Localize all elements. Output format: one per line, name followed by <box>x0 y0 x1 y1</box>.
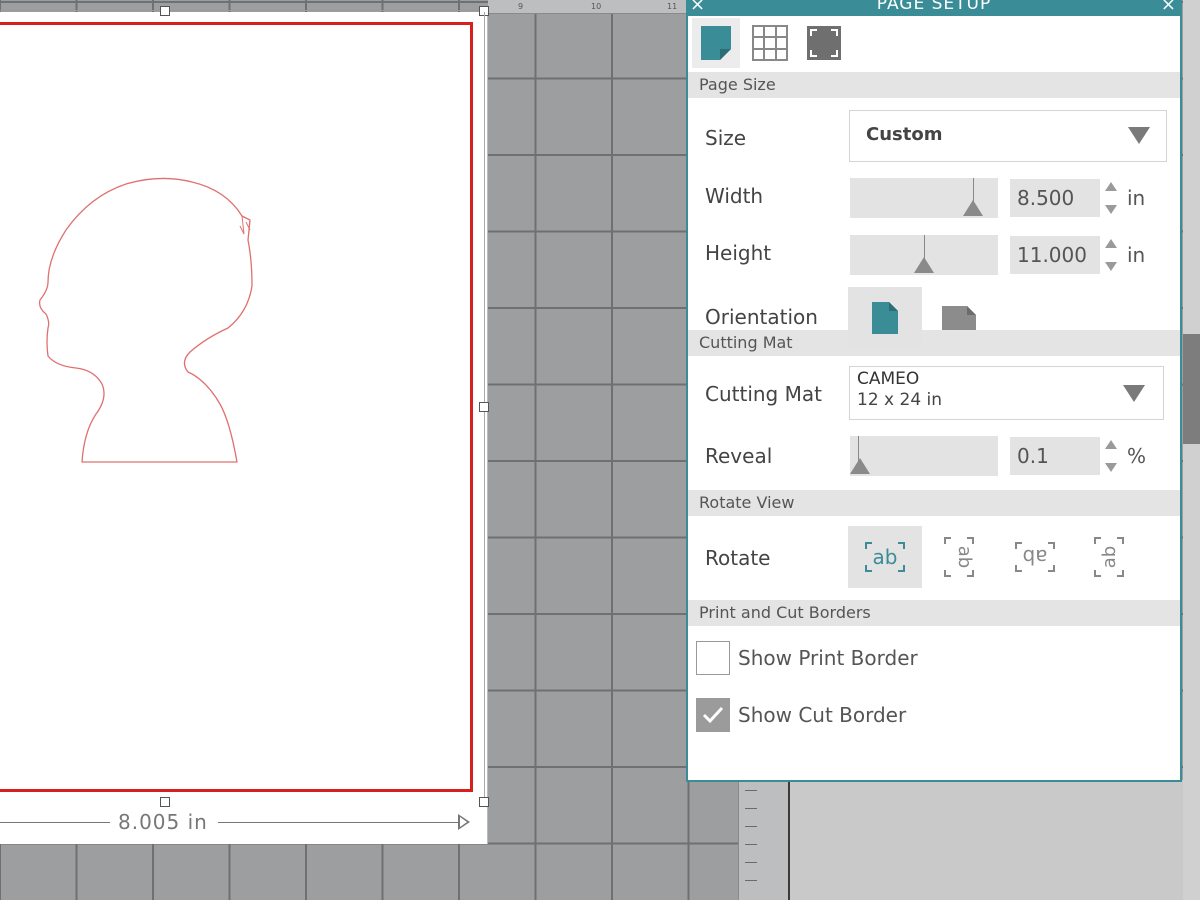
ruler-number: 10 <box>591 2 602 11</box>
tab-grid[interactable] <box>746 18 794 68</box>
workspace-background <box>788 780 1200 900</box>
resize-handle[interactable] <box>160 797 170 807</box>
ruler-number: 9 <box>518 2 524 11</box>
chevron-down-icon <box>1123 385 1145 402</box>
checkmark-icon <box>702 706 724 724</box>
rotate-270-button[interactable]: ab <box>1072 526 1146 588</box>
rotate-270-icon: ab <box>1094 537 1124 577</box>
cutting-mat-label: Cutting Mat <box>705 382 822 406</box>
registration-marks-icon <box>807 26 841 60</box>
resize-handle[interactable] <box>160 6 170 16</box>
page-setup-panel: × PAGE SETUP × Page Size Size Custom Wid… <box>686 0 1182 782</box>
grid-icon <box>752 25 788 61</box>
page-size-group: Size Custom Width 8.500 in Height 11.000… <box>688 98 1180 349</box>
show-cut-border-row: Show Cut Border <box>688 683 1180 740</box>
height-unit: in <box>1127 243 1146 267</box>
design-page[interactable]: 8.005 in <box>0 6 489 844</box>
width-measurement: 8.005 in <box>0 810 480 834</box>
portrait-page-icon <box>872 302 898 334</box>
show-print-border-checkbox[interactable] <box>696 641 730 675</box>
rotate-0-button[interactable]: ab <box>848 526 922 588</box>
vertical-scrollbar[interactable] <box>1183 0 1200 900</box>
rotate-180-icon: ab <box>1015 542 1055 572</box>
show-cut-border-checkbox[interactable] <box>696 698 730 732</box>
section-print-cut-borders: Print and Cut Borders <box>688 600 1180 626</box>
orientation-landscape-button[interactable] <box>922 287 996 349</box>
rotate-option-text: ab <box>1023 545 1048 569</box>
height-stepper[interactable] <box>1104 237 1118 273</box>
selection-edge <box>0 10 486 11</box>
width-input[interactable]: 8.500 <box>1010 179 1100 217</box>
reveal-stepper[interactable] <box>1104 438 1118 474</box>
side-ruler <box>738 780 788 900</box>
close-icon[interactable]: × <box>1161 0 1176 15</box>
width-unit: in <box>1127 186 1146 210</box>
panel-header: × PAGE SETUP × <box>688 0 1180 16</box>
tab-registration-marks[interactable] <box>800 18 848 68</box>
width-label: Width <box>705 184 764 208</box>
size-label: Size <box>705 126 747 150</box>
section-page-size: Page Size <box>688 72 1180 98</box>
panel-tabs <box>688 16 1180 72</box>
width-slider[interactable] <box>850 178 998 218</box>
orientation-portrait-button[interactable] <box>848 287 922 349</box>
measurement-label: 8.005 in <box>118 810 208 834</box>
slider-handle[interactable] <box>914 257 934 273</box>
panel-title: PAGE SETUP <box>876 0 992 14</box>
slider-handle[interactable] <box>850 458 870 474</box>
reveal-label: Reveal <box>705 444 773 468</box>
rotate-0-icon: ab <box>865 542 905 572</box>
height-input[interactable]: 11.000 <box>1010 236 1100 274</box>
rotate-90-icon: ab <box>944 537 975 577</box>
top-ruler: 9 10 11 <box>488 0 688 14</box>
rotate-90-button[interactable]: ab <box>922 526 996 588</box>
cutting-mat-dropdown[interactable]: CAMEO 12 x 24 in <box>849 366 1164 420</box>
mat-name: CAMEO <box>857 369 920 389</box>
child-silhouette-shape[interactable] <box>30 172 270 472</box>
resize-handle[interactable] <box>479 797 489 807</box>
resize-handle[interactable] <box>479 402 489 412</box>
rotate-option-text: ab <box>873 545 898 569</box>
rotate-option-text: ab <box>1099 546 1120 568</box>
page-icon <box>701 26 731 60</box>
height-label: Height <box>705 241 772 265</box>
ruler-number: 11 <box>667 2 678 11</box>
landscape-page-icon <box>942 306 976 330</box>
tab-page-setup[interactable] <box>692 18 740 68</box>
reveal-input[interactable]: 0.1 <box>1010 437 1100 475</box>
show-cut-border-label[interactable]: Show Cut Border <box>738 703 906 727</box>
show-print-border-row: Show Print Border <box>688 626 1180 683</box>
reveal-slider[interactable] <box>850 436 998 476</box>
rotate-180-button[interactable]: ab <box>998 526 1072 588</box>
scrollbar-thumb[interactable] <box>1183 334 1200 444</box>
cutting-mat-group: Cutting Mat CAMEO 12 x 24 in Reveal 0.1 … <box>688 356 1180 490</box>
rotate-option-text: ab <box>954 546 975 568</box>
rotate-label: Rotate <box>705 546 771 570</box>
orientation-label: Orientation <box>705 305 818 329</box>
size-dropdown[interactable]: Custom <box>849 110 1167 162</box>
size-value: Custom <box>866 124 943 145</box>
height-slider[interactable] <box>850 235 998 275</box>
mat-size: 12 x 24 in <box>857 390 943 410</box>
rotate-view-group: Rotate ab ab ab ab <box>688 516 1180 600</box>
section-rotate-view: Rotate View <box>688 490 1180 516</box>
slider-handle[interactable] <box>963 200 983 216</box>
chevron-down-icon <box>1128 127 1150 144</box>
show-print-border-label[interactable]: Show Print Border <box>738 646 918 670</box>
width-stepper[interactable] <box>1104 180 1118 216</box>
reveal-unit: % <box>1127 444 1147 468</box>
